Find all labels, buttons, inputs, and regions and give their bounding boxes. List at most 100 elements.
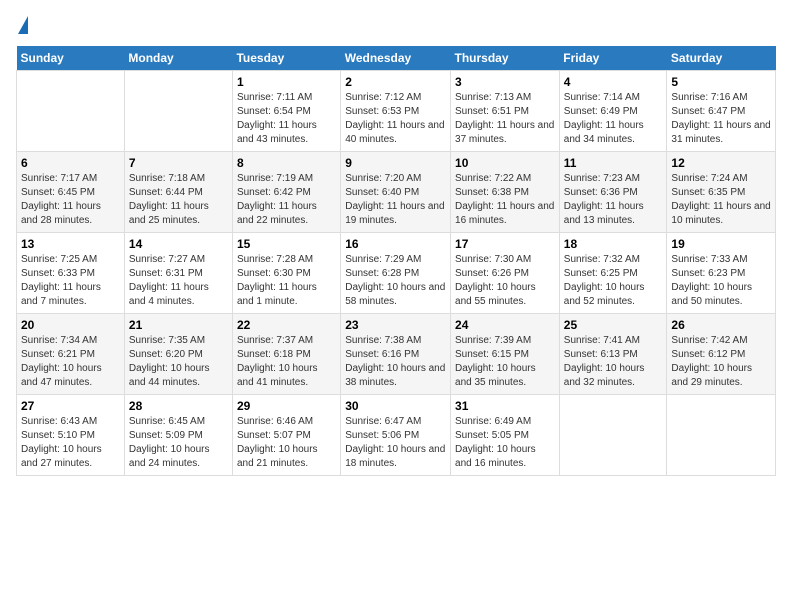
day-number: 24 [455,318,555,332]
day-info: Sunrise: 6:47 AMSunset: 5:06 PMDaylight:… [345,415,446,471]
calendar-cell: 31 Sunrise: 6:49 AMSunset: 5:05 PMDayligh… [451,395,560,476]
day-info: Sunrise: 6:46 AMSunset: 5:07 PMDaylight:… [237,415,336,471]
day-number: 27 [21,399,120,413]
calendar-week-2: 6 Sunrise: 7:17 AMSunset: 6:45 PMDaylight… [17,152,776,233]
day-info: Sunrise: 7:12 AMSunset: 6:53 PMDaylight:… [345,91,446,147]
page-header [16,16,776,36]
day-number: 15 [237,237,336,251]
day-info: Sunrise: 7:39 AMSunset: 6:15 PMDaylight:… [455,334,555,390]
calendar-cell: 28 Sunrise: 6:45 AMSunset: 5:09 PMDayligh… [124,395,232,476]
logo [16,16,28,36]
day-info: Sunrise: 7:19 AMSunset: 6:42 PMDaylight:… [237,172,336,228]
calendar-cell: 16 Sunrise: 7:29 AMSunset: 6:28 PMDayligh… [341,233,451,314]
day-number: 21 [129,318,228,332]
day-number: 17 [455,237,555,251]
calendar-cell [559,395,667,476]
calendar-week-3: 13 Sunrise: 7:25 AMSunset: 6:33 PMDayligh… [17,233,776,314]
day-info: Sunrise: 7:13 AMSunset: 6:51 PMDaylight:… [455,91,555,147]
day-info: Sunrise: 7:27 AMSunset: 6:31 PMDaylight:… [129,253,228,309]
calendar-cell: 3 Sunrise: 7:13 AMSunset: 6:51 PMDaylight… [451,71,560,152]
day-number: 28 [129,399,228,413]
day-number: 23 [345,318,446,332]
day-number: 1 [237,75,336,89]
day-number: 19 [671,237,771,251]
day-info: Sunrise: 7:24 AMSunset: 6:35 PMDaylight:… [671,172,771,228]
calendar-cell: 12 Sunrise: 7:24 AMSunset: 6:35 PMDayligh… [667,152,776,233]
day-info: Sunrise: 7:22 AMSunset: 6:38 PMDaylight:… [455,172,555,228]
day-info: Sunrise: 7:29 AMSunset: 6:28 PMDaylight:… [345,253,446,309]
day-info: Sunrise: 7:16 AMSunset: 6:47 PMDaylight:… [671,91,771,147]
calendar-cell: 9Sunrise: 7:20 AMSunset: 6:40 PMDaylight… [341,152,451,233]
header-day-saturday: Saturday [667,46,776,71]
calendar-cell: 11Sunrise: 7:23 AMSunset: 6:36 PMDayligh… [559,152,667,233]
day-info: Sunrise: 7:38 AMSunset: 6:16 PMDaylight:… [345,334,446,390]
calendar-cell: 24 Sunrise: 7:39 AMSunset: 6:15 PMDayligh… [451,314,560,395]
calendar-cell: 29 Sunrise: 6:46 AMSunset: 5:07 PMDayligh… [232,395,340,476]
day-info: Sunrise: 6:49 AMSunset: 5:05 PMDaylight:… [455,415,555,471]
day-info: Sunrise: 7:14 AMSunset: 6:49 PMDaylight:… [564,91,663,147]
day-info: Sunrise: 7:11 AMSunset: 6:54 PMDaylight:… [237,91,336,147]
day-number: 8 [237,156,336,170]
day-number: 25 [564,318,663,332]
day-number: 12 [671,156,771,170]
day-number: 18 [564,237,663,251]
logo-triangle-icon [18,16,28,34]
calendar-cell: 8 Sunrise: 7:19 AMSunset: 6:42 PMDaylight… [232,152,340,233]
day-number: 6 [21,156,120,170]
day-info: Sunrise: 7:37 AMSunset: 6:18 PMDaylight:… [237,334,336,390]
header-day-wednesday: Wednesday [341,46,451,71]
day-info: Sunrise: 7:25 AMSunset: 6:33 PMDaylight:… [21,253,120,309]
day-info: Sunrise: 7:41 AMSunset: 6:13 PMDaylight:… [564,334,663,390]
calendar-cell: 26 Sunrise: 7:42 AMSunset: 6:12 PMDayligh… [667,314,776,395]
calendar-cell: 6 Sunrise: 7:17 AMSunset: 6:45 PMDaylight… [17,152,125,233]
calendar-cell: 1 Sunrise: 7:11 AMSunset: 6:54 PMDaylight… [232,71,340,152]
header-day-monday: Monday [124,46,232,71]
day-number: 14 [129,237,228,251]
calendar-cell: 14 Sunrise: 7:27 AMSunset: 6:31 PMDayligh… [124,233,232,314]
day-info: Sunrise: 6:43 AMSunset: 5:10 PMDaylight:… [21,415,120,471]
calendar-table: SundayMondayTuesdayWednesdayThursdayFrid… [16,46,776,476]
header-row: SundayMondayTuesdayWednesdayThursdayFrid… [17,46,776,71]
calendar-cell: 2 Sunrise: 7:12 AMSunset: 6:53 PMDaylight… [341,71,451,152]
day-info: Sunrise: 7:20 AMSunset: 6:40 PMDaylight:… [345,172,446,228]
calendar-cell: 4 Sunrise: 7:14 AMSunset: 6:49 PMDaylight… [559,71,667,152]
day-info: Sunrise: 7:18 AMSunset: 6:44 PMDaylight:… [129,172,228,228]
day-info: Sunrise: 7:30 AMSunset: 6:26 PMDaylight:… [455,253,555,309]
calendar-cell: 15Sunrise: 7:28 AMSunset: 6:30 PMDayligh… [232,233,340,314]
day-number: 26 [671,318,771,332]
header-day-sunday: Sunday [17,46,125,71]
calendar-cell: 18 Sunrise: 7:32 AMSunset: 6:25 PMDayligh… [559,233,667,314]
day-number: 31 [455,399,555,413]
calendar-cell: 25 Sunrise: 7:41 AMSunset: 6:13 PMDayligh… [559,314,667,395]
header-day-tuesday: Tuesday [232,46,340,71]
day-number: 3 [455,75,555,89]
day-info: Sunrise: 7:42 AMSunset: 6:12 PMDaylight:… [671,334,771,390]
day-info: Sunrise: 7:33 AMSunset: 6:23 PMDaylight:… [671,253,771,309]
day-number: 16 [345,237,446,251]
calendar-cell: 21Sunrise: 7:35 AMSunset: 6:20 PMDayligh… [124,314,232,395]
day-number: 13 [21,237,120,251]
day-info: Sunrise: 6:45 AMSunset: 5:09 PMDaylight:… [129,415,228,471]
day-number: 4 [564,75,663,89]
day-number: 7 [129,156,228,170]
calendar-cell: 20 Sunrise: 7:34 AMSunset: 6:21 PMDayligh… [17,314,125,395]
calendar-cell [17,71,125,152]
day-number: 20 [21,318,120,332]
calendar-cell [667,395,776,476]
calendar-cell [124,71,232,152]
calendar-cell: 13 Sunrise: 7:25 AMSunset: 6:33 PMDayligh… [17,233,125,314]
calendar-cell: 23 Sunrise: 7:38 AMSunset: 6:16 PMDayligh… [341,314,451,395]
calendar-cell: 30 Sunrise: 6:47 AMSunset: 5:06 PMDayligh… [341,395,451,476]
day-number: 10 [455,156,555,170]
calendar-cell: 19 Sunrise: 7:33 AMSunset: 6:23 PMDayligh… [667,233,776,314]
day-info: Sunrise: 7:34 AMSunset: 6:21 PMDaylight:… [21,334,120,390]
day-info: Sunrise: 7:32 AMSunset: 6:25 PMDaylight:… [564,253,663,309]
calendar-week-1: 1 Sunrise: 7:11 AMSunset: 6:54 PMDaylight… [17,71,776,152]
day-number: 2 [345,75,446,89]
day-number: 30 [345,399,446,413]
day-info: Sunrise: 7:17 AMSunset: 6:45 PMDaylight:… [21,172,120,228]
day-number: 29 [237,399,336,413]
day-info: Sunrise: 7:23 AMSunset: 6:36 PMDaylight:… [564,172,663,228]
calendar-cell: 27 Sunrise: 6:43 AMSunset: 5:10 PMDayligh… [17,395,125,476]
day-number: 22 [237,318,336,332]
